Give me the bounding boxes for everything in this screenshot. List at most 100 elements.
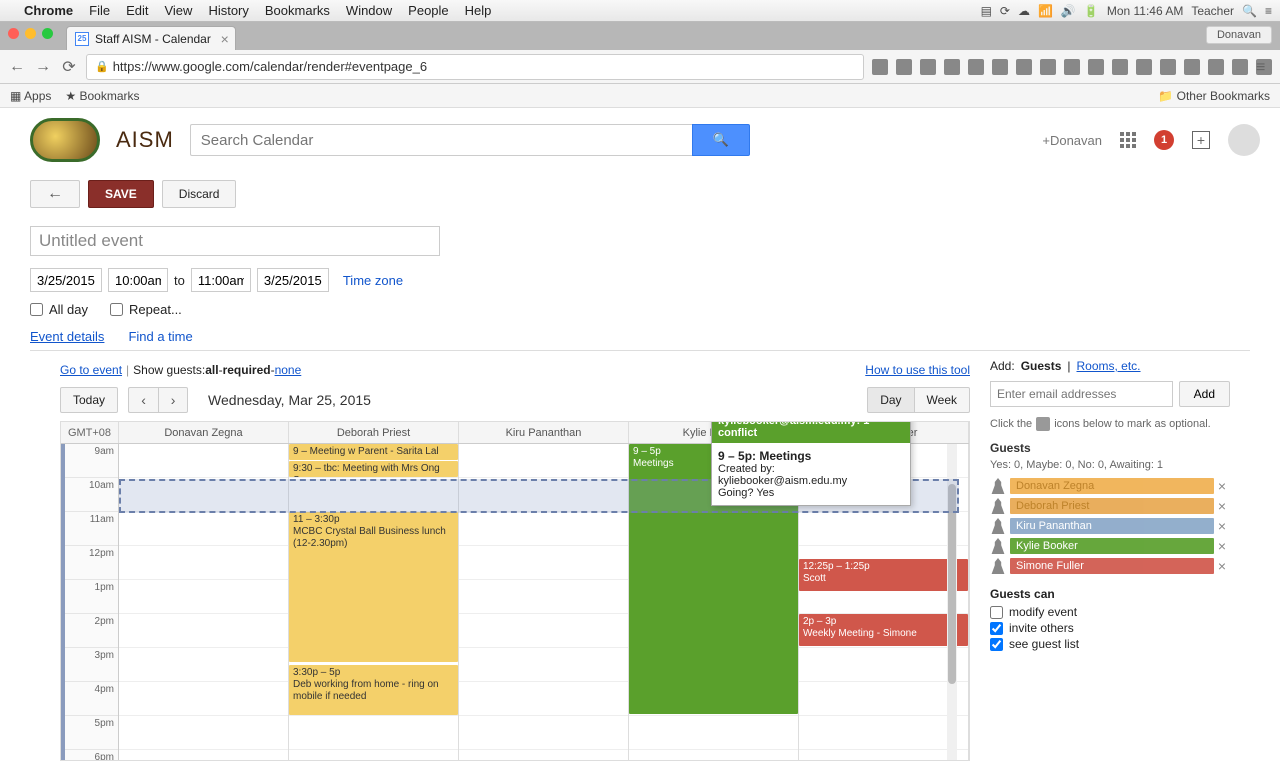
- event-block[interactable]: 12:25p – 1:25pScott: [799, 559, 968, 591]
- event-block[interactable]: 3:30p – 5pDeb working from home - ring o…: [289, 665, 458, 715]
- remove-guest-icon[interactable]: ×: [1214, 538, 1230, 554]
- ext-icon[interactable]: [1112, 59, 1128, 75]
- tab-find-time[interactable]: Find a time: [128, 329, 192, 344]
- search-input[interactable]: [190, 124, 692, 156]
- other-bookmarks[interactable]: 📁 Other Bookmarks: [1158, 89, 1270, 103]
- add-guest-button[interactable]: Add: [1179, 381, 1230, 407]
- menu-file[interactable]: File: [89, 3, 110, 18]
- notifications-icon[interactable]: 1: [1154, 130, 1174, 150]
- availability-grid[interactable]: GMT+08 Donavan Zegna Deborah Priest Kiru…: [60, 421, 970, 761]
- view-day-button[interactable]: Day: [867, 387, 914, 413]
- discard-button[interactable]: Discard: [162, 180, 237, 208]
- start-date-input[interactable]: [30, 268, 102, 292]
- next-day-button[interactable]: ›: [158, 387, 188, 413]
- chrome-profile[interactable]: Donavan: [1206, 26, 1272, 44]
- event-block[interactable]: 9 – Meeting w Parent - Sarita Lal: [289, 444, 458, 460]
- ext-icon[interactable]: [872, 59, 888, 75]
- minimize-window-icon[interactable]: [25, 28, 36, 39]
- ext-icon[interactable]: [1232, 59, 1248, 75]
- window-controls[interactable]: [8, 28, 53, 39]
- ext-icon[interactable]: [992, 59, 1008, 75]
- prev-day-button[interactable]: ‹: [128, 387, 158, 413]
- start-time-input[interactable]: [108, 268, 168, 292]
- save-button[interactable]: SAVE: [88, 180, 154, 208]
- remove-guest-icon[interactable]: ×: [1214, 478, 1230, 494]
- bookmarks-link[interactable]: ★ Bookmarks: [65, 89, 139, 103]
- guest-email-input[interactable]: [990, 381, 1173, 407]
- remove-guest-icon[interactable]: ×: [1214, 518, 1230, 534]
- wifi-icon[interactable]: 📶: [1038, 4, 1053, 18]
- howto-link[interactable]: How to use this tool: [865, 363, 970, 377]
- ext-icon[interactable]: [1088, 59, 1104, 75]
- battery-icon[interactable]: 🔋: [1084, 4, 1099, 18]
- silhouette-icon[interactable]: [990, 498, 1006, 514]
- menu-bookmarks[interactable]: Bookmarks: [265, 3, 330, 18]
- guests-tab[interactable]: Guests: [1021, 359, 1062, 373]
- close-tab-icon[interactable]: ×: [221, 31, 229, 47]
- perm-seelist-checkbox[interactable]: [990, 638, 1003, 651]
- menu-view[interactable]: View: [164, 3, 192, 18]
- menu-help[interactable]: Help: [465, 3, 492, 18]
- reload-icon[interactable]: ⟳: [60, 58, 78, 76]
- guest-chip[interactable]: Deborah Priest: [1010, 498, 1214, 514]
- menu-icon[interactable]: ≡: [1265, 4, 1272, 18]
- ext-icon[interactable]: [896, 59, 912, 75]
- today-button[interactable]: Today: [60, 387, 118, 413]
- tab-event-details[interactable]: Event details: [30, 329, 104, 344]
- guest-chip[interactable]: Donavan Zegna: [1010, 478, 1214, 494]
- menu-window[interactable]: Window: [346, 3, 392, 18]
- menu-edit[interactable]: Edit: [126, 3, 148, 18]
- clock[interactable]: Mon 11:46 AM: [1107, 4, 1184, 18]
- ext-icon[interactable]: [1208, 59, 1224, 75]
- silhouette-icon[interactable]: [990, 558, 1006, 574]
- perm-modify-checkbox[interactable]: [990, 606, 1003, 619]
- remove-guest-icon[interactable]: ×: [1214, 558, 1230, 574]
- org-logo-icon[interactable]: [30, 118, 100, 162]
- view-week-button[interactable]: Week: [915, 387, 970, 413]
- browser-tab[interactable]: 25 Staff AISM - Calendar ×: [66, 26, 236, 50]
- perm-invite-checkbox[interactable]: [990, 622, 1003, 635]
- ext-icon[interactable]: [968, 59, 984, 75]
- allday-checkbox[interactable]: [30, 303, 43, 316]
- close-window-icon[interactable]: [8, 28, 19, 39]
- ext-icon[interactable]: [1040, 59, 1056, 75]
- rooms-tab[interactable]: Rooms, etc.: [1077, 359, 1141, 373]
- ext-icon[interactable]: [1136, 59, 1152, 75]
- app-name[interactable]: Chrome: [24, 3, 73, 18]
- remove-guest-icon[interactable]: ×: [1214, 498, 1230, 514]
- ext-icon[interactable]: [1184, 59, 1200, 75]
- ext-icon[interactable]: [944, 59, 960, 75]
- filter-all[interactable]: all: [205, 363, 218, 377]
- volume-icon[interactable]: 🔊: [1061, 4, 1076, 18]
- spotlight-icon[interactable]: 🔍: [1242, 4, 1257, 18]
- forward-icon[interactable]: →: [34, 58, 52, 76]
- apps-grid-icon[interactable]: [1120, 132, 1136, 148]
- address-bar[interactable]: 🔒 https://www.google.com/calendar/render…: [86, 54, 864, 80]
- repeat-checkbox[interactable]: [110, 303, 123, 316]
- chrome-menu-icon[interactable]: ≡: [1256, 59, 1272, 75]
- menu-history[interactable]: History: [208, 3, 248, 18]
- ext-icon[interactable]: [1160, 59, 1176, 75]
- timezone-link[interactable]: Time zone: [343, 273, 403, 288]
- silhouette-icon[interactable]: [990, 538, 1006, 554]
- share-icon[interactable]: +: [1192, 131, 1210, 149]
- maximize-window-icon[interactable]: [42, 28, 53, 39]
- event-block[interactable]: 9:30 – tbc: Meeting with Mrs Ong Su: [289, 461, 458, 477]
- filter-none[interactable]: none: [275, 363, 302, 377]
- event-block[interactable]: 11 – 3:30pMCBC Crystal Ball Business lun…: [289, 512, 458, 662]
- back-icon[interactable]: ←: [8, 58, 26, 76]
- ext-icon[interactable]: [920, 59, 936, 75]
- guest-chip[interactable]: Kylie Booker: [1010, 538, 1214, 554]
- silhouette-icon[interactable]: [990, 518, 1006, 534]
- event-block[interactable]: 2p – 3pWeekly Meeting - Simone: [799, 614, 968, 646]
- filter-required[interactable]: required: [223, 363, 271, 377]
- back-button[interactable]: ←: [30, 180, 80, 208]
- silhouette-icon[interactable]: [990, 478, 1006, 494]
- menu-people[interactable]: People: [408, 3, 448, 18]
- event-title-input[interactable]: [30, 226, 440, 256]
- user-menu[interactable]: Teacher: [1191, 4, 1234, 18]
- guest-chip[interactable]: Simone Fuller: [1010, 558, 1214, 574]
- apps-shortcut[interactable]: ▦ Apps: [10, 89, 51, 103]
- ext-icon[interactable]: [1064, 59, 1080, 75]
- plus-profile[interactable]: +Donavan: [1042, 133, 1102, 148]
